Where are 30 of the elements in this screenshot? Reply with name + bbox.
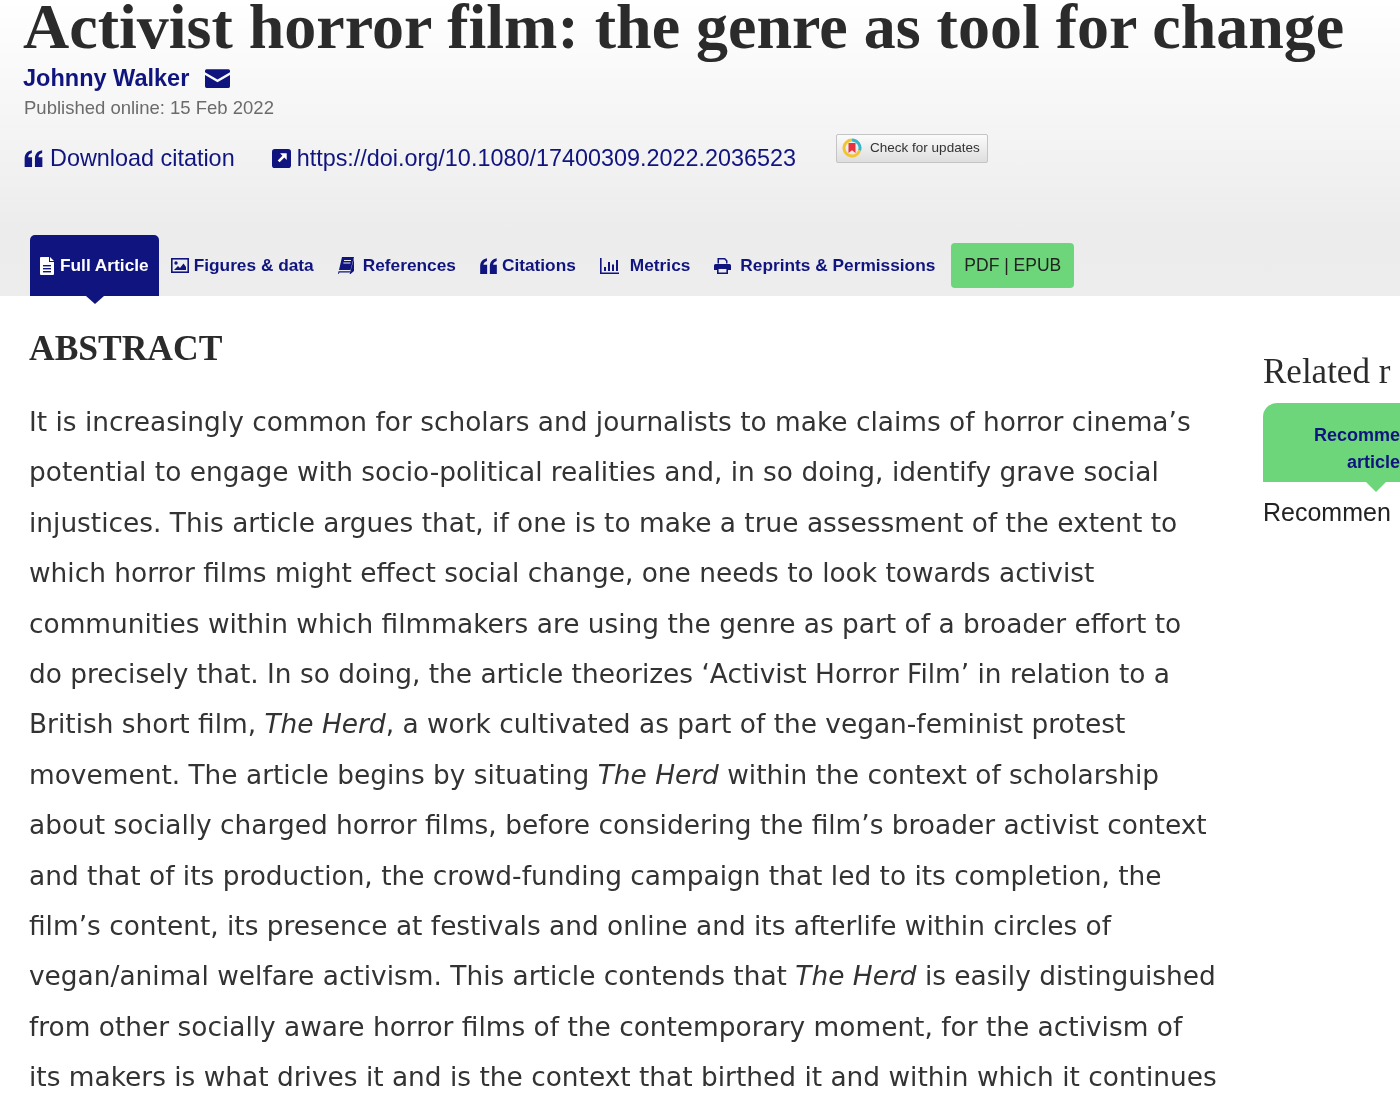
tab[interactable]: Reprints & Permissions xyxy=(702,235,948,296)
tab[interactable]: Citations xyxy=(467,235,588,296)
sidebar-heading: Related r xyxy=(1263,351,1391,393)
book-icon xyxy=(337,257,354,274)
envelope-icon xyxy=(205,68,231,88)
abstract-text: It is increasingly common for scholars and journalists to make claims of horror cinema’s potential to engage with socio-political realities and, in so doing, identify grave social injustices. This article argues that, if one is to make a true assessment of the extent to which horror films might effect social change, one needs to look towards activist communities within which filmmakers are using the genre as part of a broader effort to do precisely that. In so doing, the article theorizes ‘Activist Horror Film’ in relation to a British short film, The Herd, a work cultivated as part of the vegan-feminist protest movement. The article begins by situating The Herd within the context of scholarship about socially charged horror films, before considering the film’s broader activist context and that of its production, the crowd-funding campaign that led to its completion, the film’s content, its presence at festivals and online and its afterlife within circles of vegan/animal welfare activism. This article contends that The Herd is easily distinguished from other socially aware horror films of the contemporary moment, for the activism of its makers is what drives it and is the context that birthed it and within which it continues xyxy=(29,405,1218,1095)
quote-icon xyxy=(479,257,497,274)
bar-chart-icon xyxy=(599,257,619,274)
external-link-icon xyxy=(271,148,291,168)
sidebar-text: Recommen xyxy=(1263,497,1391,527)
quote-icon xyxy=(23,149,44,167)
sidebar-tab[interactable]: Recomme article xyxy=(1263,403,1400,482)
article-title: Activist horror film: the genre as tool for change xyxy=(23,0,1345,63)
bookmark-ring-icon xyxy=(842,137,863,158)
tab[interactable]: Figures & data xyxy=(158,235,326,296)
doi-link[interactable]: https://doi.org/10.1080/17400309.2022.2036523 xyxy=(296,144,797,172)
tab[interactable]: Metrics xyxy=(587,235,703,296)
pointer-icon xyxy=(86,296,104,304)
citation-link[interactable]: Download citation xyxy=(50,144,235,172)
image-icon xyxy=(170,258,189,273)
tab[interactable]: Full Article xyxy=(30,235,159,296)
printer-icon xyxy=(714,257,732,274)
pointer-icon xyxy=(1366,482,1386,492)
document-icon xyxy=(40,256,54,275)
tab[interactable]: References xyxy=(325,235,468,296)
abstract-heading: ABSTRACT xyxy=(29,327,223,369)
pdf-epub-button[interactable]: PDF | EPUB xyxy=(951,243,1075,288)
check-updates-button[interactable]: Check for updates xyxy=(836,133,988,163)
author-link[interactable]: Johnny Walker xyxy=(23,63,190,93)
published-date: Published online: 15 Feb 2022 xyxy=(24,96,274,120)
